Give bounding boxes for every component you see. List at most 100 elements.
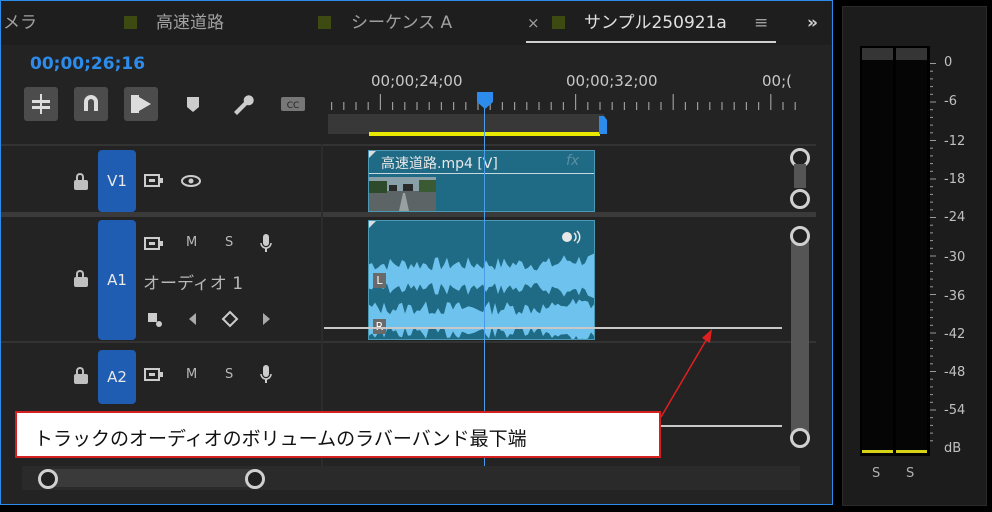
sync-lock-icon[interactable] — [143, 235, 165, 253]
ruler-tick — [465, 102, 467, 110]
playhead-timecode[interactable]: 00;00;26;16 — [30, 54, 145, 74]
captions-button[interactable]: CC — [276, 87, 310, 121]
snap-button[interactable] — [74, 87, 108, 121]
audio-track-height-handle[interactable] — [790, 226, 810, 246]
ruler-tick — [782, 102, 784, 110]
time-ruler[interactable] — [330, 94, 800, 110]
solo-button[interactable]: S — [225, 235, 233, 250]
linked-selection-button[interactable] — [124, 87, 158, 121]
ruler-tick — [392, 102, 394, 110]
mute-button[interactable]: M — [186, 235, 197, 250]
ruler-tick — [440, 102, 442, 110]
peak-indicator-right[interactable] — [896, 48, 927, 60]
track-name-a1[interactable]: オーディオ 1 — [143, 269, 243, 294]
db-tick — [930, 371, 936, 372]
ruler-tick — [428, 102, 430, 110]
sync-lock-icon[interactable] — [143, 366, 165, 384]
keyframe-display-icon[interactable] — [145, 310, 163, 328]
lock-icon[interactable] — [74, 270, 88, 287]
callout-text: トラックのオーディオのボリュームのラバーバンド最下端 — [34, 428, 527, 450]
meter-channel-right — [896, 48, 927, 454]
db-tick — [930, 324, 933, 326]
ruler-tick — [587, 102, 589, 110]
ruler-tick — [684, 102, 686, 110]
video-clip[interactable]: 高速道路.mp4 [V] fx — [368, 150, 595, 212]
lock-icon[interactable] — [74, 367, 88, 384]
lock-icon[interactable] — [74, 173, 88, 190]
ruler-tick — [575, 94, 577, 110]
tab-menu-icon[interactable]: ≡ — [754, 1, 768, 45]
work-area-bar[interactable] — [328, 114, 604, 134]
eye-icon[interactable] — [180, 174, 202, 188]
sync-lock-icon[interactable] — [143, 172, 165, 190]
ruler-tick — [416, 102, 418, 110]
zoom-handle-left[interactable] — [38, 469, 58, 489]
db-tick — [930, 294, 936, 295]
db-tick — [930, 301, 933, 303]
ruler-tick — [379, 94, 381, 110]
fx-badge[interactable]: fx — [566, 153, 579, 169]
track-divider[interactable] — [1, 212, 816, 217]
track-target-a1[interactable]: A1 — [98, 220, 136, 340]
db-scale-ticks — [930, 63, 936, 442]
previous-keyframe-icon[interactable] — [186, 311, 198, 327]
audio-clip[interactable]: L R — [368, 220, 595, 340]
horizontal-scroll-thumb[interactable] — [44, 469, 258, 487]
ruler-tick — [538, 102, 540, 110]
db-scale-label: -12 — [944, 134, 966, 149]
db-tick — [930, 255, 936, 257]
playhead-handle[interactable] — [475, 90, 495, 110]
solo-button[interactable]: S — [225, 367, 233, 382]
microphone-icon[interactable] — [258, 232, 274, 254]
magnet-icon — [84, 95, 98, 111]
ruler-tick — [367, 102, 369, 110]
tab-highway[interactable]: 高速道路 — [156, 1, 224, 45]
next-keyframe-icon[interactable] — [261, 311, 273, 327]
ruler-tick — [745, 102, 747, 110]
tab-sequence-a[interactable]: シーケンス A — [351, 1, 452, 45]
db-tick — [930, 140, 936, 141]
ruler-tick — [343, 102, 345, 110]
add-keyframe-icon[interactable] — [221, 310, 239, 328]
db-tick — [930, 417, 933, 419]
db-tick — [930, 240, 933, 242]
ruler-tick — [514, 102, 516, 110]
video-vertical-scrollbar[interactable] — [794, 164, 806, 188]
ruler-tick — [648, 102, 650, 110]
track-target-v1[interactable]: V1 — [98, 150, 136, 212]
peak-indicator-left[interactable] — [862, 48, 893, 60]
tab-color-swatch — [552, 16, 565, 29]
ruler-tick — [733, 102, 735, 110]
audio-track-height-handle[interactable] — [790, 428, 810, 448]
tabs-overflow-icon[interactable]: » — [807, 1, 818, 45]
work-area-end-handle[interactable] — [598, 114, 608, 136]
clip-corner-marker — [369, 151, 376, 158]
mute-button[interactable]: M — [186, 367, 197, 382]
solo-channel-left[interactable]: S — [872, 466, 880, 481]
timeline-settings-button[interactable] — [226, 87, 260, 121]
ruler-tick — [697, 102, 699, 110]
add-marker-button[interactable] — [176, 87, 210, 121]
db-unit-label: dB — [944, 441, 962, 456]
db-tick — [930, 278, 933, 280]
tab-camera[interactable]: メラ — [3, 1, 37, 45]
volume-rubber-band[interactable] — [660, 425, 782, 427]
db-tick — [930, 170, 933, 172]
db-tick — [930, 263, 933, 265]
db-tick — [930, 363, 933, 365]
db-tick — [930, 394, 933, 396]
solo-channel-right[interactable]: S — [906, 466, 914, 481]
video-track-height-handle[interactable] — [790, 189, 810, 209]
ruler-tick — [770, 94, 772, 110]
tab-close-icon[interactable]: × — [527, 1, 540, 45]
db-tick — [930, 132, 933, 134]
ruler-tick — [331, 102, 333, 110]
active-tab-underline — [526, 41, 776, 43]
microphone-icon[interactable] — [258, 363, 274, 385]
nest-sequence-button[interactable] — [24, 87, 58, 121]
tab-sample-sequence[interactable]: サンプル250921a — [584, 1, 727, 45]
track-target-a2[interactable]: A2 — [98, 350, 136, 404]
audio-vertical-scrollbar[interactable] — [791, 232, 809, 444]
zoom-handle-right[interactable] — [245, 469, 265, 489]
meter-channel-left — [862, 48, 893, 454]
